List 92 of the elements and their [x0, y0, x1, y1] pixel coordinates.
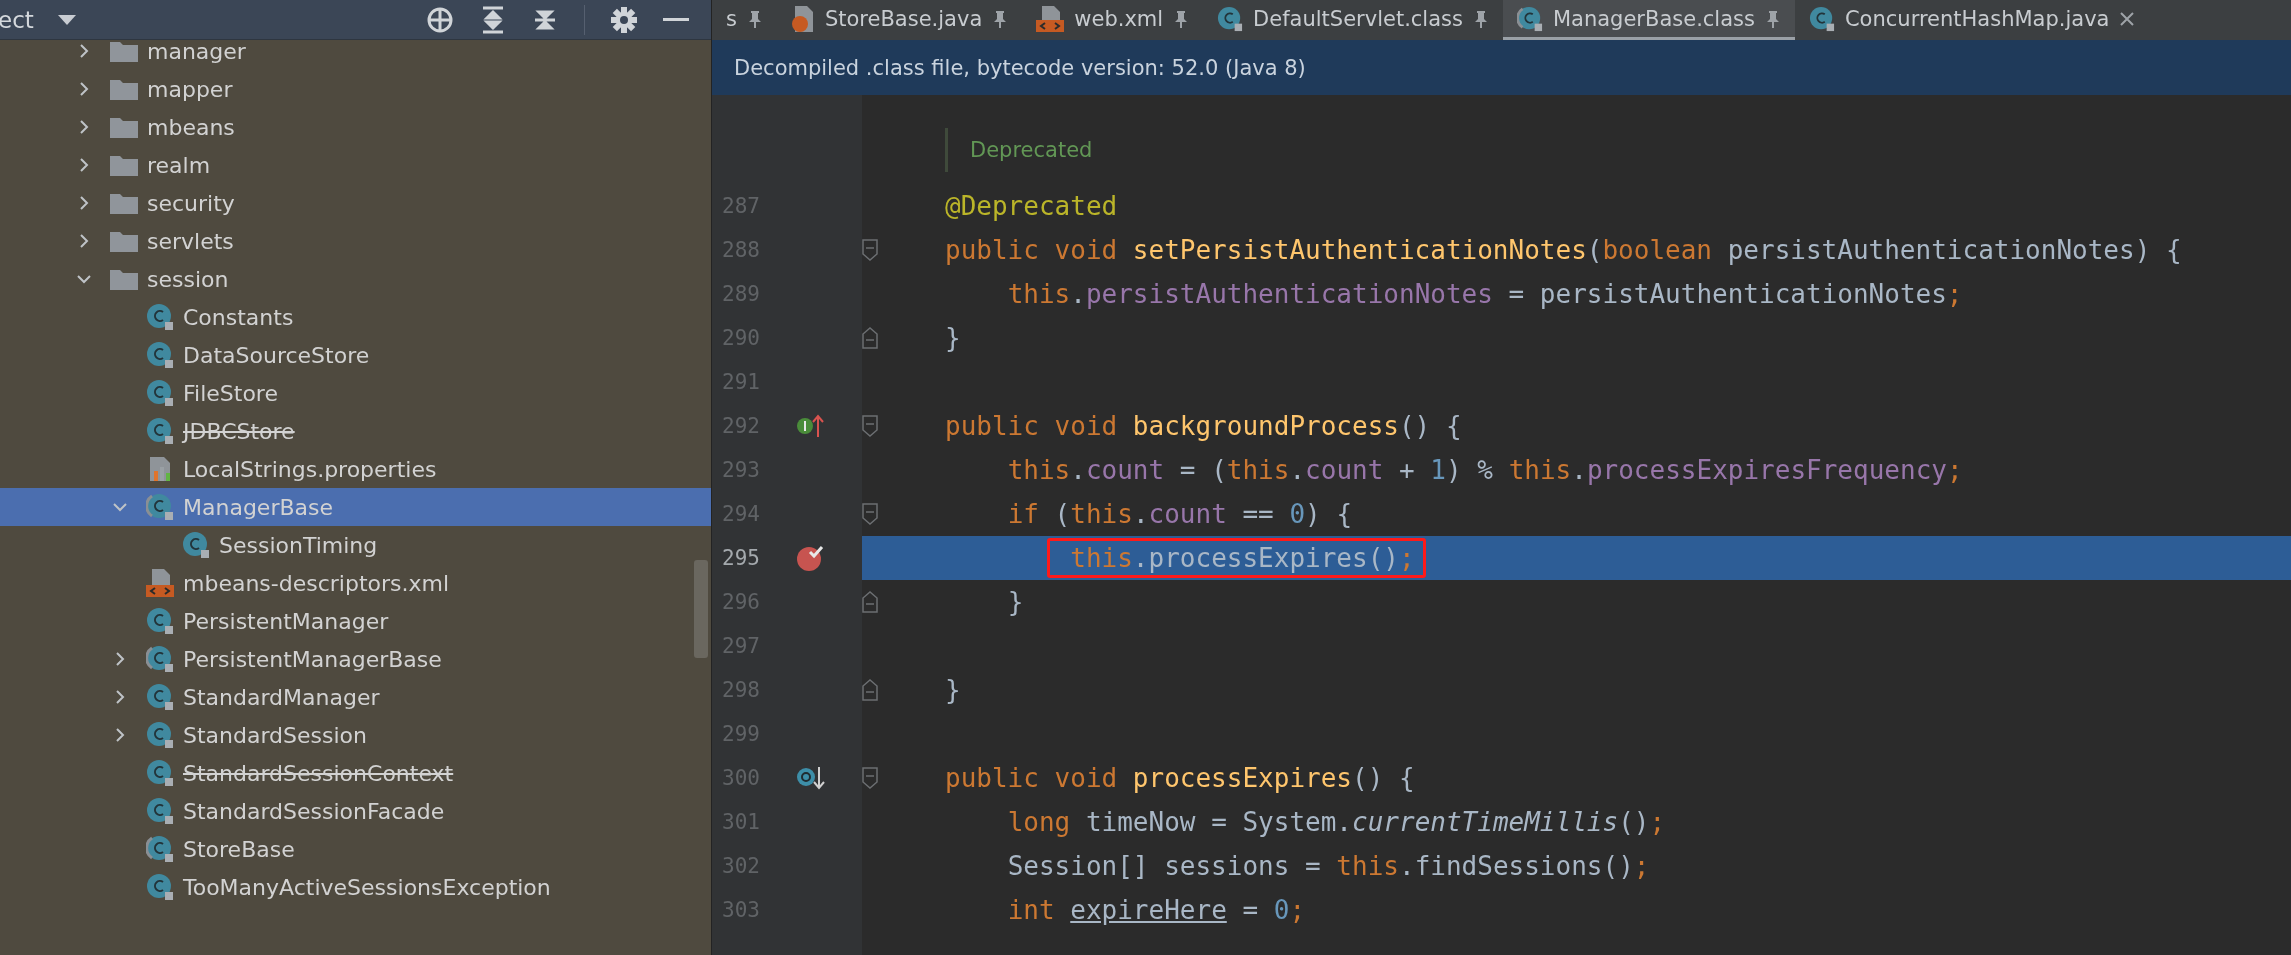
tree-item[interactable]: realm: [0, 146, 711, 184]
abstract-class-icon: [146, 835, 174, 863]
line-number: 295: [721, 546, 760, 570]
minimize-icon[interactable]: [663, 17, 689, 22]
tree-item[interactable]: mbeans-descriptors.xml: [0, 564, 711, 602]
tree-item[interactable]: JDBCStore: [0, 412, 711, 450]
tree-item[interactable]: DataSourceStore: [0, 336, 711, 374]
fold-marker-icon[interactable]: [862, 239, 878, 261]
class-icon: [146, 379, 174, 407]
tree-item[interactable]: StandardSessionContext: [0, 754, 711, 792]
xml-file-icon: [1036, 5, 1065, 32]
dropdown-caret-icon[interactable]: [55, 12, 78, 27]
code-line: public void setPersistAuthenticationNotes(boolean persistAuthenticationNotes) {: [945, 235, 2182, 265]
fold-marker-icon[interactable]: [862, 679, 878, 701]
xml-file-icon: [146, 569, 174, 597]
tree-item[interactable]: manager: [0, 40, 711, 70]
code-line: this.processExpires();: [1070, 543, 1415, 573]
class-icon: [146, 607, 174, 635]
tree-item[interactable]: mbeans: [0, 108, 711, 146]
panel-title: ect: [0, 6, 34, 33]
class-icon: [182, 531, 210, 559]
class-icon: [146, 873, 174, 901]
scrollbar-thumb[interactable]: [694, 560, 708, 658]
abstract-class-icon: [146, 493, 174, 521]
tree-item[interactable]: servlets: [0, 222, 711, 260]
folder-icon: [110, 230, 138, 252]
breakpoint-icon[interactable]: [796, 543, 826, 573]
class-icon: [146, 341, 174, 369]
close-icon[interactable]: [2119, 10, 2136, 27]
folder-icon: [110, 78, 138, 100]
class-icon: [146, 683, 174, 711]
info-text: Decompiled .class file, bytecode version: 52.0 (Java 8): [734, 55, 1306, 80]
class-icon: [146, 759, 174, 787]
editor-tab[interactable]: DefaultServlet.class: [1203, 0, 1503, 40]
code-line: if (this.count == 0) {: [1007, 499, 1353, 529]
code-line: public void backgroundProcess() {: [945, 411, 1462, 441]
tree-item[interactable]: PersistentManagerBase: [0, 640, 711, 678]
fold-marker-icon[interactable]: [862, 327, 878, 349]
fold-marker-icon[interactable]: [862, 767, 878, 789]
pin-icon[interactable]: [1173, 9, 1190, 28]
editor-tab[interactable]: StoreBase.java: [776, 0, 1023, 40]
code-line: }: [945, 675, 961, 705]
code-line: public void processExpires() {: [945, 763, 1415, 793]
abstract-class-icon: [1516, 5, 1543, 32]
tree-item[interactable]: security: [0, 184, 711, 222]
folder-icon: [110, 154, 138, 176]
tree-item[interactable]: StandardSession: [0, 716, 711, 754]
settings-icon[interactable]: [611, 6, 637, 33]
class-icon: [1808, 5, 1835, 32]
code-line: int expireHere = 0;: [1007, 895, 1306, 925]
code-line: this.persistAuthenticationNotes = persistAuthenticationNotes;: [1007, 279, 1963, 309]
implements-method-icon[interactable]: [796, 413, 826, 439]
tree-item[interactable]: mapper: [0, 70, 711, 108]
tree-item[interactable]: StoreBase: [0, 830, 711, 868]
code-line: }: [1007, 587, 1024, 617]
tree-item[interactable]: FileStore: [0, 374, 711, 412]
class-icon: [146, 797, 174, 825]
class-icon: [146, 303, 174, 331]
fold-marker-icon[interactable]: [862, 591, 878, 613]
tree-item[interactable]: StandardManager: [0, 678, 711, 716]
code-line: long timeNow = System.currentTimeMillis();: [1007, 807, 1666, 837]
tree-item[interactable]: ManagerBase: [0, 488, 711, 526]
tree-item[interactable]: StandardSessionFacade: [0, 792, 711, 830]
code-line: Session[] sessions = this.findSessions();: [1007, 851, 1650, 881]
editor-tab[interactable]: web.xml: [1022, 0, 1204, 40]
pin-icon[interactable]: [992, 9, 1009, 28]
editor-tab[interactable]: ManagerBase.class: [1502, 0, 1795, 40]
tree-item[interactable]: Constants: [0, 298, 711, 336]
expand-all-icon[interactable]: [480, 5, 506, 34]
implemented-method-icon[interactable]: [796, 764, 826, 792]
code-line: @Deprecated: [945, 191, 1118, 221]
tree-item[interactable]: SessionTiming: [0, 526, 711, 564]
folder-icon: [110, 268, 138, 290]
locate-icon[interactable]: [426, 5, 454, 34]
java-file-icon: [790, 5, 815, 32]
code-line: }: [945, 323, 961, 353]
abstract-class-icon: [146, 645, 174, 673]
editor-tab[interactable]: ConcurrentHashMap.java: [1794, 0, 2150, 40]
class-icon: [146, 417, 174, 445]
class-icon: [146, 721, 174, 749]
tree-item[interactable]: session: [0, 260, 711, 298]
tree-item[interactable]: LocalStrings.properties: [0, 450, 711, 488]
editor-tab[interactable]: s: [712, 0, 777, 40]
fold-marker-icon[interactable]: [862, 503, 878, 525]
class-icon: [1217, 5, 1244, 32]
tree-item[interactable]: PersistentManager: [0, 602, 711, 640]
doc-text: Deprecated: [970, 138, 1093, 162]
folder-icon: [110, 116, 138, 138]
code-line: this.count = (this.count + 1) % this.processExpiresFrequency;: [1007, 455, 1963, 485]
folder-icon: [110, 192, 138, 214]
fold-marker-icon[interactable]: [862, 415, 878, 437]
tree-item[interactable]: TooManyActiveSessionsException: [0, 868, 711, 906]
